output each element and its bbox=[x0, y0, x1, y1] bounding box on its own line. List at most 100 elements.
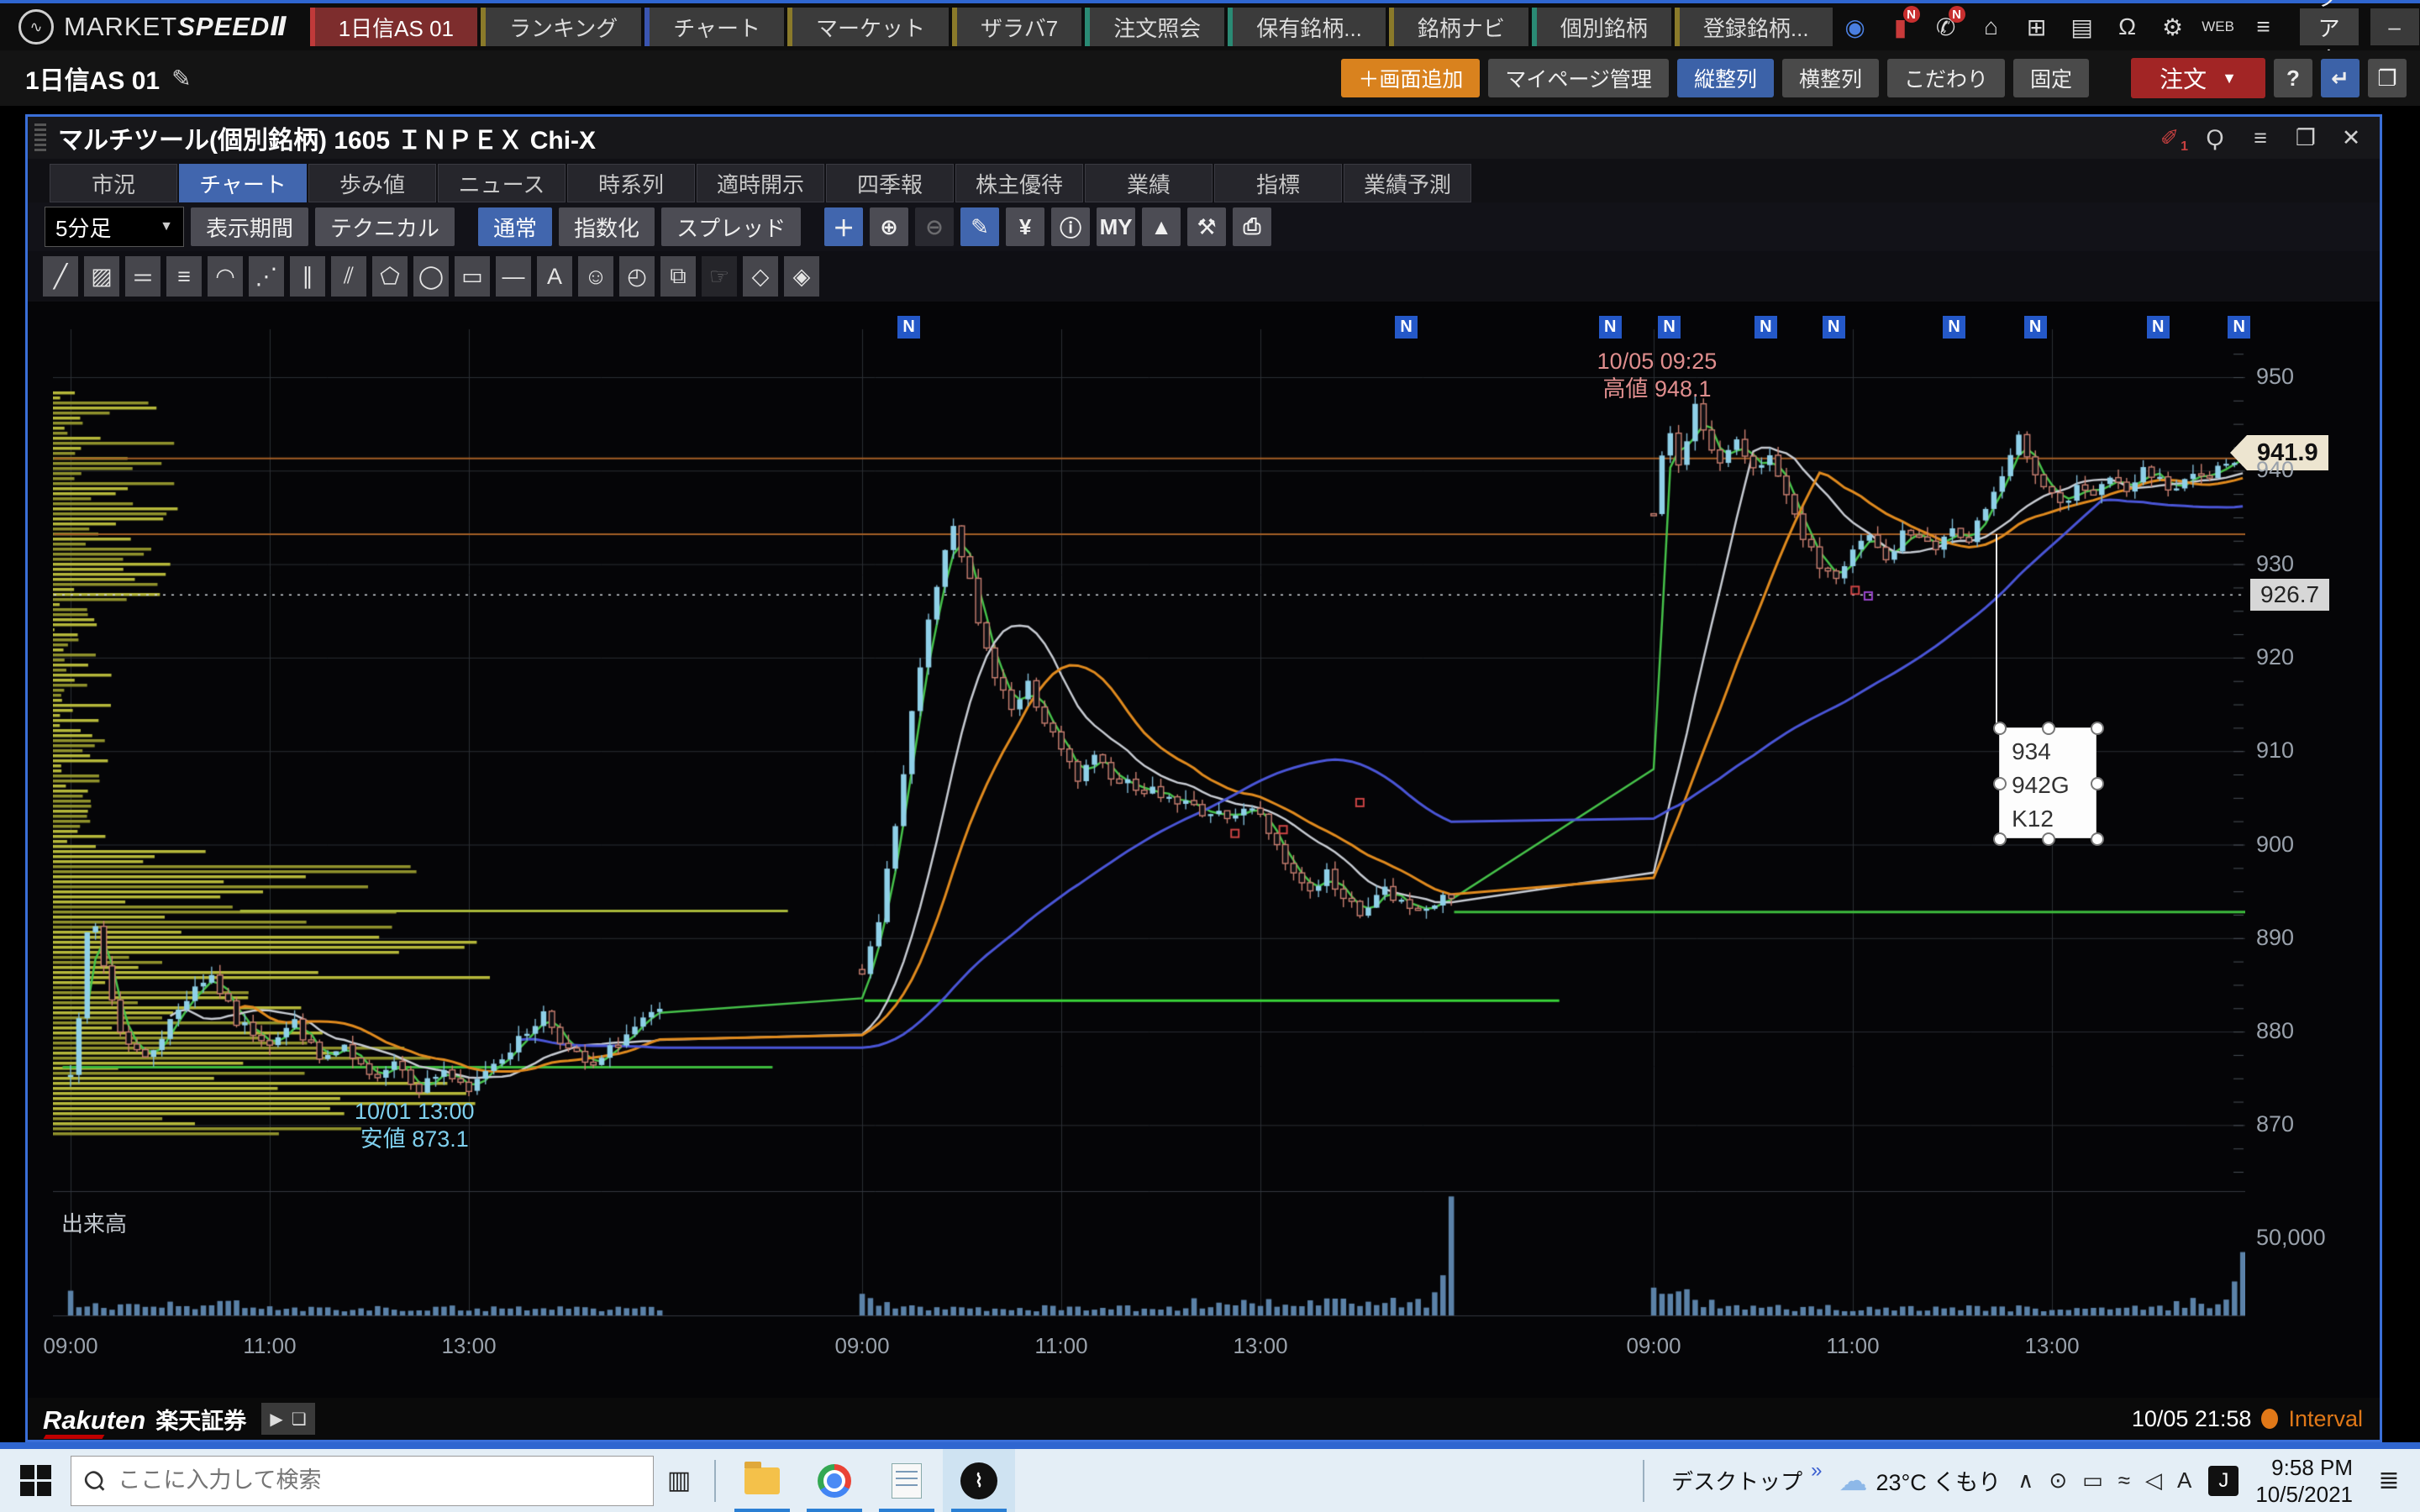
play-icon[interactable]: ▶ bbox=[270, 1409, 282, 1430]
wifi-icon[interactable]: ≈ bbox=[2118, 1467, 2130, 1494]
price-chart-canvas[interactable] bbox=[53, 304, 2245, 1324]
help-button[interactable]: ? bbox=[2274, 59, 2312, 97]
settings-gear-icon[interactable]: ⚙ bbox=[2154, 8, 2192, 46]
window-title-bar[interactable]: マルチツール(個別銘柄) 1605 ＩＮＰＥＸ Chi-X ✐1Ϙ≡❐✕ bbox=[28, 117, 2380, 159]
fan-lines-tool-icon[interactable]: ⋰ bbox=[249, 256, 284, 297]
window-tab[interactable]: 四季報 bbox=[826, 164, 954, 202]
fibonacci-arc-tool-icon[interactable]: ◠ bbox=[208, 256, 243, 297]
menu-icon[interactable]: ≡ bbox=[2244, 121, 2277, 155]
taskbar-search[interactable]: Ϙ bbox=[71, 1456, 654, 1506]
workspace-action-button[interactable]: 縦整列 bbox=[1677, 59, 1774, 97]
workspace-action-button[interactable]: マイページ管理 bbox=[1488, 59, 1669, 97]
hline-tool-icon[interactable]: — bbox=[496, 256, 531, 297]
app-menu-tab[interactable]: 1日信AS 01 bbox=[310, 8, 477, 46]
window-tab[interactable]: 適時開示 bbox=[697, 164, 824, 202]
pentagon-tool-icon[interactable]: ⬠ bbox=[372, 256, 408, 297]
text-tool-icon[interactable]: A bbox=[537, 256, 572, 297]
app-menu-tab[interactable]: 個別銘柄 bbox=[1532, 8, 1671, 46]
note-annotation-box[interactable]: 934942GK12 bbox=[1999, 727, 2096, 838]
zoom-out-icon[interactable]: ⊖ bbox=[915, 207, 954, 246]
workspace-action-button[interactable]: 固定 bbox=[2013, 59, 2089, 97]
ime-icon[interactable]: J bbox=[2208, 1466, 2238, 1496]
jump-button[interactable]: ↵ bbox=[2321, 59, 2360, 97]
yen-icon[interactable]: ¥ bbox=[1006, 207, 1044, 246]
taskbar-clock[interactable]: 9:58 PM 10/5/2021 bbox=[2255, 1454, 2353, 1508]
chart-mode-button[interactable]: 通常 bbox=[478, 207, 552, 246]
zoom-in-icon[interactable]: ⊕ bbox=[870, 207, 908, 246]
news-marker[interactable]: N bbox=[1395, 316, 1418, 339]
bell-icon[interactable]: Ω bbox=[2108, 8, 2147, 46]
app-menu-tab[interactable]: 登録銘柄... bbox=[1675, 8, 1833, 46]
phone-icon[interactable]: ✆N bbox=[1927, 8, 1965, 46]
rectangle-tool-icon[interactable]: ▭ bbox=[455, 256, 490, 297]
ellipse-tool-icon[interactable]: ◯ bbox=[413, 256, 449, 297]
my-chart-icon[interactable]: MY bbox=[1097, 207, 1135, 246]
selection-handle[interactable] bbox=[1993, 722, 2007, 735]
window-tab[interactable]: 市況 bbox=[50, 164, 177, 202]
selection-handle[interactable] bbox=[2042, 722, 2055, 735]
search-icon[interactable]: Ϙ bbox=[2198, 121, 2232, 155]
popout-icon[interactable]: ❐ bbox=[2289, 121, 2323, 155]
eraser-tool-icon[interactable]: ◇ bbox=[743, 256, 778, 297]
pane-icon[interactable]: ❏ bbox=[292, 1409, 307, 1430]
taskbar-app-notepad[interactable] bbox=[871, 1449, 943, 1512]
search-input[interactable] bbox=[116, 1467, 556, 1494]
link-pin-icon[interactable]: ✐1 bbox=[2153, 121, 2186, 155]
hand-tool-icon[interactable]: ☞ bbox=[702, 256, 737, 297]
window-tab[interactable]: 時系列 bbox=[567, 164, 695, 202]
timeframe-select[interactable]: 5分足 ▼ bbox=[45, 207, 184, 247]
two-hlines-tool-icon[interactable]: ＝ bbox=[125, 256, 160, 297]
app-menu-tab[interactable]: チャート bbox=[644, 8, 784, 46]
chevron-expand-icon[interactable]: » bbox=[1811, 1459, 1822, 1483]
window-tab[interactable]: 業績予測 bbox=[1344, 164, 1471, 202]
edit-workspace-icon[interactable]: ✎ bbox=[171, 65, 191, 92]
copy-tool-icon[interactable]: ⧉ bbox=[660, 256, 696, 297]
notification-center-icon[interactable]: ≣ bbox=[2370, 1462, 2408, 1500]
task-view-button[interactable]: ▥ bbox=[654, 1449, 704, 1512]
taskbar-app-explorer[interactable] bbox=[726, 1449, 798, 1512]
info-icon[interactable]: ⓘ bbox=[1051, 207, 1090, 246]
ime-mode-icon[interactable]: A bbox=[2177, 1467, 2191, 1494]
draw-pencil-icon[interactable]: ✎ bbox=[960, 207, 999, 246]
news-marker[interactable]: N bbox=[1658, 316, 1681, 339]
order-button[interactable]: 注文 ▼ bbox=[2131, 58, 2265, 98]
app-menu-tab[interactable]: マーケット bbox=[787, 8, 949, 46]
screen-share-icon[interactable]: ▤ bbox=[2063, 8, 2102, 46]
news-marker[interactable]: N bbox=[2147, 316, 2170, 339]
close-icon[interactable]: ✕ bbox=[2334, 121, 2368, 155]
status-playback-controls[interactable]: ▶ ❏ bbox=[261, 1403, 314, 1435]
toolbar-button[interactable]: テクニカル bbox=[315, 207, 455, 246]
news-marker[interactable]: N bbox=[1943, 316, 1965, 339]
minimize-button[interactable]: – bbox=[2370, 8, 2419, 45]
crosshair-icon[interactable]: ＋ bbox=[824, 207, 863, 246]
time-cycle-tool-icon[interactable]: ◴ bbox=[619, 256, 655, 297]
wrench-icon[interactable]: ⚒ bbox=[1187, 207, 1226, 246]
chart-mode-button[interactable]: スプレッド bbox=[661, 207, 801, 246]
window-tab[interactable]: 業績 bbox=[1085, 164, 1213, 202]
pulse-icon[interactable]: ◉ bbox=[1836, 8, 1875, 46]
news-marker[interactable]: N bbox=[1823, 316, 1845, 339]
home-icon[interactable]: ⌂ bbox=[1972, 8, 2011, 46]
hamburger-menu-icon[interactable]: ≡ bbox=[2244, 8, 2283, 46]
desktop-toolbar[interactable]: デスクトップ » bbox=[1671, 1465, 1822, 1496]
workspace-action-button[interactable]: 横整列 bbox=[1782, 59, 1879, 97]
hidden-icons-chevron[interactable]: ∧ bbox=[2018, 1467, 2033, 1494]
web-icon[interactable]: WEB bbox=[2199, 8, 2238, 46]
workspace-action-button[interactable]: ＋画面追加 bbox=[1341, 59, 1480, 97]
window-tab[interactable]: 指標 bbox=[1214, 164, 1342, 202]
icon-stamp-tool-icon[interactable]: ☺ bbox=[578, 256, 613, 297]
selection-handle[interactable] bbox=[1993, 777, 2007, 790]
trendline-tool-icon[interactable]: ╱ bbox=[43, 256, 78, 297]
speaker-icon[interactable]: ◁ bbox=[2145, 1467, 2162, 1494]
start-button[interactable] bbox=[0, 1449, 71, 1512]
multi-hlines-tool-icon[interactable]: ≡ bbox=[166, 256, 202, 297]
app-menu-tab[interactable]: ザラバ7 bbox=[952, 8, 1081, 46]
candle-chart-icon[interactable]: ▮N bbox=[1881, 8, 1920, 46]
window-tab[interactable]: チャート bbox=[179, 164, 307, 202]
vertical-lines-tool-icon[interactable]: ∥ bbox=[290, 256, 325, 297]
news-marker[interactable]: N bbox=[2228, 316, 2250, 339]
news-marker[interactable]: N bbox=[1754, 316, 1777, 339]
camera-icon[interactable]: ⊙ bbox=[2049, 1467, 2067, 1494]
print-icon[interactable]: ⎙ bbox=[1233, 207, 1271, 246]
app-menu-tab[interactable]: 保有銘柄... bbox=[1228, 8, 1386, 46]
